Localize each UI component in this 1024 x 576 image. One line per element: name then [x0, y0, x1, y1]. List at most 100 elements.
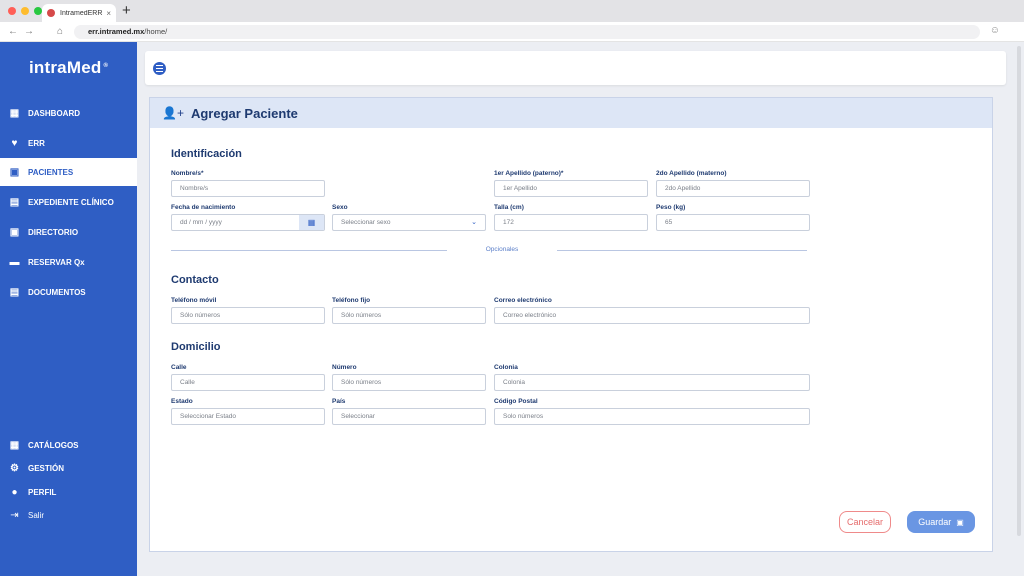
logo[interactable]: intraMed ®	[29, 58, 108, 78]
documents-icon: ▤	[9, 286, 20, 298]
sexo-select[interactable]: Seleccionar sexo ⌄	[332, 214, 486, 231]
sidebar-item-label: DIRECTORIO	[28, 227, 79, 237]
forward-arrow-icon[interactable]: →	[24, 25, 34, 39]
browser-tab[interactable]: IntramedERR ×	[42, 4, 116, 22]
pais-select[interactable]: Seleccionar	[332, 408, 486, 425]
apellido-materno-input[interactable]: 2do Apellido	[656, 180, 810, 197]
fecha-nacimiento-input[interactable]: dd / mm / yyyy ▦	[171, 214, 325, 231]
sidebar-item-err[interactable]: ♥ ERR	[0, 129, 137, 157]
apellido-materno-label: 2do Apellido (materno)	[656, 170, 727, 177]
gear-icon: ⚙	[10, 462, 19, 474]
estado-field: Estado Seleccionar Estado	[171, 398, 325, 425]
sidebar-item-perfil[interactable]: ● PERFIL	[0, 482, 137, 502]
sexo-placeholder: Seleccionar sexo	[341, 219, 391, 226]
sidebar-item-directorio[interactable]: ▣ DIRECTORIO	[0, 218, 137, 246]
logout-icon: ⇥	[10, 509, 19, 521]
back-arrow-icon[interactable]: ←	[8, 25, 18, 39]
divider-line-left	[171, 250, 447, 251]
page-scrollbar[interactable]	[1017, 46, 1021, 536]
sidebar-item-reservar[interactable]: ▬ RESERVAR Qx	[0, 248, 137, 276]
sidebar-item-label: DASHBOARD	[28, 108, 80, 118]
peso-label: Peso (kg)	[656, 204, 686, 211]
codigo-postal-field: Código Postal Solo números	[494, 398, 810, 425]
section-title-identificacion: Identificación	[171, 148, 242, 160]
telefono-movil-input[interactable]: Sólo números	[171, 307, 325, 324]
peso-input[interactable]: 65	[656, 214, 810, 231]
sidebar-item-expediente[interactable]: ▤ EXPEDIENTE CLÍNICO	[0, 188, 137, 216]
numero-field: Número Sólo números	[332, 364, 486, 391]
sidebar-item-documentos[interactable]: ▤ DOCUMENTOS	[0, 278, 137, 306]
add-patient-card: 👤+ Agregar Paciente Identificación Nombr…	[149, 97, 993, 552]
tab-close-icon[interactable]: ×	[106, 9, 111, 18]
close-window-button[interactable]	[8, 7, 16, 15]
sidebar-item-label: EXPEDIENTE CLÍNICO	[28, 197, 114, 207]
correo-label: Correo electrónico	[494, 297, 552, 304]
apellido-paterno-label: 1er Apellido (paterno)*	[494, 170, 564, 177]
fecha-nacimiento-field: Fecha de nacimiento dd / mm / yyyy ▦	[171, 204, 325, 231]
pais-label: País	[332, 398, 346, 405]
divider-line-right	[557, 250, 807, 251]
colonia-input[interactable]: Colonia	[494, 374, 810, 391]
telefono-fijo-input[interactable]: Sólo números	[332, 307, 486, 324]
fecha-nacimiento-label: Fecha de nacimiento	[171, 204, 236, 211]
calle-field: Calle Calle	[171, 364, 325, 391]
sidebar-item-label: GESTIÓN	[28, 463, 65, 473]
cancel-button[interactable]: Cancelar	[839, 511, 891, 533]
codigo-postal-input[interactable]: Solo números	[494, 408, 810, 425]
new-tab-button[interactable]: +	[122, 3, 131, 19]
apellido-paterno-input[interactable]: 1er Apellido	[494, 180, 648, 197]
file-icon: ▤	[9, 196, 20, 208]
estado-select[interactable]: Seleccionar Estado	[171, 408, 325, 425]
apellido-materno-field: 2do Apellido (materno) 2do Apellido	[656, 170, 810, 197]
sidebar-item-catalogos[interactable]: ▦ CATÁLOGOS	[0, 435, 137, 455]
maximize-window-button[interactable]	[34, 7, 42, 15]
talla-input[interactable]: 172	[494, 214, 648, 231]
colonia-field: Colonia Colonia	[494, 364, 810, 391]
numero-label: Número	[332, 364, 357, 371]
sidebar-item-gestion[interactable]: ⚙ GESTIÓN	[0, 458, 137, 478]
chevron-down-icon: ⌄	[471, 219, 477, 226]
sidebar-item-label: Salir	[28, 510, 45, 520]
nombre-label: Nombre/s*	[171, 170, 204, 177]
calendar-icon[interactable]: ▦	[299, 215, 324, 230]
grid-icon: ▦	[9, 439, 20, 451]
correo-input[interactable]: Correo electrónico	[494, 307, 810, 324]
sidebar-item-dashboard[interactable]: ▦ DASHBOARD	[0, 99, 137, 127]
minimize-window-button[interactable]	[21, 7, 29, 15]
directory-icon: ▣	[9, 226, 20, 238]
favicon-icon	[47, 9, 55, 17]
save-icon: ▣	[956, 517, 964, 527]
url-host: err.intramed.mx	[88, 27, 145, 36]
address-bar: ← → ⌂ err.intramed.mx/home/ ☺	[0, 22, 1024, 42]
window-controls	[8, 7, 42, 15]
sidebar-item-salir[interactable]: ⇥ Salir	[0, 505, 137, 525]
apellido-paterno-field: 1er Apellido (paterno)* 1er Apellido	[494, 170, 648, 197]
page-title: Agregar Paciente	[190, 105, 298, 121]
numero-input[interactable]: Sólo números	[332, 374, 486, 391]
telefono-fijo-field: Teléfono fijo Sólo números	[332, 297, 486, 324]
correo-field: Correo electrónico Correo electrónico	[494, 297, 810, 324]
menu-toggle-icon[interactable]	[153, 62, 166, 75]
home-icon[interactable]: ⌂	[57, 25, 63, 39]
main-content: 👤+ Agregar Paciente Identificación Nombr…	[137, 42, 1024, 576]
colonia-label: Colonia	[494, 364, 518, 371]
patient-card-icon: ▣	[9, 166, 20, 178]
browser-tab-bar: IntramedERR × +	[0, 0, 1024, 22]
top-bar	[145, 51, 1006, 85]
sidebar-item-pacientes[interactable]: ▣ PACIENTES	[0, 158, 137, 186]
telefono-fijo-label: Teléfono fijo	[332, 297, 371, 304]
telefono-movil-label: Teléfono móvil	[171, 297, 217, 304]
nombre-input[interactable]: Nombre/s	[171, 180, 325, 197]
save-button[interactable]: Guardar ▣	[907, 511, 975, 533]
calle-input[interactable]: Calle	[171, 374, 325, 391]
estado-label: Estado	[171, 398, 193, 405]
divider-label: Opcionales	[485, 246, 519, 253]
fecha-placeholder: dd / mm / yyyy	[180, 219, 222, 226]
section-title-domicilio: Domicilio	[171, 341, 221, 353]
sidebar-item-label: ERR	[28, 138, 45, 148]
pais-field: País Seleccionar	[332, 398, 486, 425]
url-field[interactable]: err.intramed.mx/home/	[74, 25, 980, 39]
profile-icon[interactable]: ☺	[990, 25, 1000, 36]
section-title-contacto: Contacto	[171, 274, 219, 286]
tab-title: IntramedERR	[60, 9, 103, 17]
